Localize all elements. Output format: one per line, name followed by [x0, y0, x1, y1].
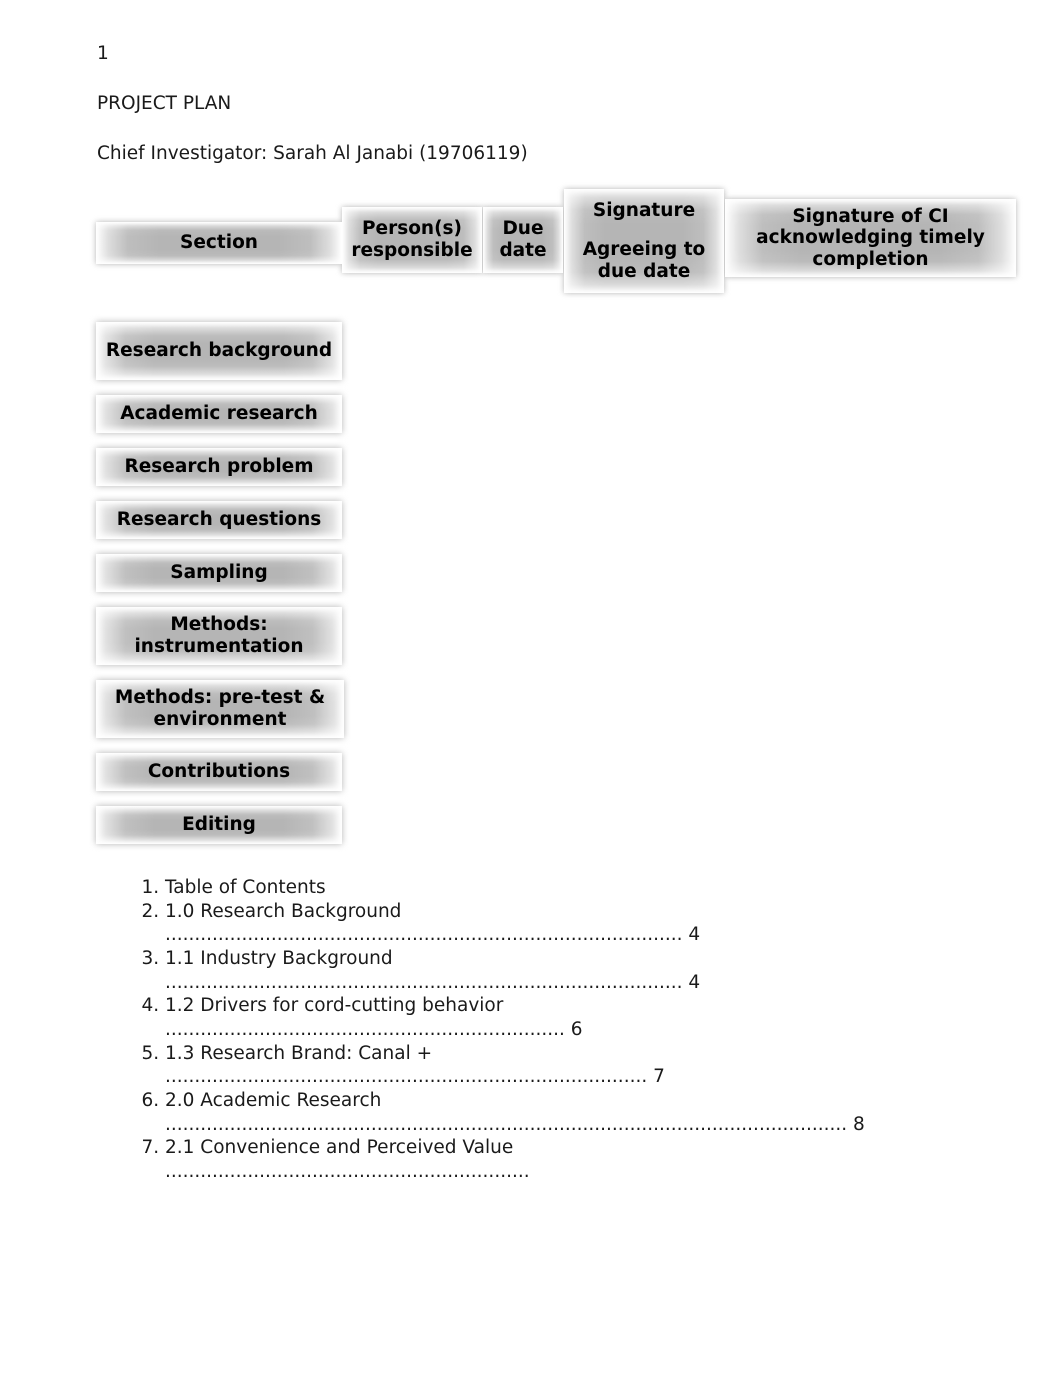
table-row: Research questions — [96, 501, 342, 539]
table-row: Research background — [96, 322, 342, 380]
list-item: 1.0 Research Background ................… — [165, 900, 997, 947]
toc-list: Table of Contents 1.0 Research Backgroun… — [97, 876, 997, 1184]
table-header-section-label: Section — [180, 232, 258, 254]
table-header-due-date-label: Due date — [499, 218, 547, 261]
table-header-signature-ci: Signature of CI acknowledging timely com… — [725, 199, 1016, 277]
toc-entry-page: 6 — [570, 1019, 583, 1041]
table-header-signature-group: Signature Agreeing to due date — [564, 200, 724, 283]
project-plan-table: Section Person(s) responsible Due date S… — [96, 189, 1016, 293]
toc-entry-page: 8 — [853, 1113, 865, 1135]
row-section-label: Academic research — [120, 403, 318, 425]
toc-entry-leader: ........................................… — [165, 1019, 565, 1041]
table-header-section: Section — [96, 222, 342, 264]
table-header-signature-sublabel: Agreeing to due date — [582, 239, 706, 282]
toc-entry-leader: ........................................… — [165, 924, 683, 946]
table-row: Editing — [96, 806, 342, 844]
toc-entry-leader: ........................................… — [165, 1113, 848, 1135]
toc-entry-title: Table of Contents — [165, 877, 326, 898]
toc-entry-leader: ........................................… — [165, 1161, 530, 1183]
toc-entry-page: 4 — [688, 971, 701, 993]
toc-entry-title: 2.0 Academic Research — [165, 1090, 382, 1112]
document-page: 1 PROJECT PLAN Chief Investigator: Sarah… — [0, 0, 1062, 1376]
list-item: 1.3 Research Brand: Canal + ............… — [165, 1042, 997, 1089]
signature-spacer — [570, 221, 718, 239]
table-row: Academic research — [96, 395, 342, 433]
toc-entry-page: 4 — [688, 924, 701, 946]
toc-entry-title: 1.0 Research Background — [165, 900, 402, 922]
list-item: Table of Contents — [165, 876, 997, 900]
table-row: Methods: instrumentation — [96, 607, 342, 665]
row-section-label: Methods: pre-test & environment — [114, 687, 326, 730]
table-header-person-responsible: Person(s) responsible — [342, 207, 482, 273]
table-header-signature-label: Signature — [592, 199, 696, 221]
row-section-label: Editing — [182, 814, 256, 836]
table-header-row: Section Person(s) responsible Due date S… — [96, 189, 1016, 293]
table-header-signature-ci-label: Signature of CI acknowledging timely com… — [756, 205, 985, 270]
list-item: 2.0 Academic Research ..................… — [165, 1089, 997, 1136]
toc-entry-title: 1.2 Drivers for cord-cutting behavior — [165, 995, 504, 1017]
list-item: 1.2 Drivers for cord-cutting behavior ..… — [165, 994, 997, 1041]
row-section-label: Contributions — [147, 761, 291, 783]
table-of-contents: Table of Contents 1.0 Research Backgroun… — [97, 876, 997, 1184]
toc-entry-leader: ........................................… — [165, 1066, 648, 1088]
row-section-label: Research background — [105, 340, 333, 362]
list-item: 2.1 Convenience and Perceived Value ....… — [165, 1136, 997, 1183]
table-row: Sampling — [96, 554, 342, 592]
document-header: 1 PROJECT PLAN Chief Investigator: Sarah… — [97, 44, 977, 193]
toc-entry-leader: ........................................… — [165, 971, 683, 993]
table-body: Research background Academic research Re… — [96, 322, 346, 859]
row-section-label: Methods: instrumentation — [134, 614, 304, 657]
table-header-signature: Signature Agreeing to due date — [564, 189, 724, 293]
table-row: Contributions — [96, 753, 342, 791]
row-section-label: Research questions — [116, 509, 322, 531]
page-title: PROJECT PLAN — [97, 93, 232, 115]
table-row: Methods: pre-test & environment — [96, 680, 344, 738]
toc-entry-page: 7 — [653, 1066, 665, 1088]
toc-entry-title: 1.3 Research Brand: Canal + — [165, 1042, 433, 1064]
page-number: 1 — [97, 43, 109, 64]
row-section-label: Sampling — [170, 562, 268, 584]
toc-entry-title: 1.1 Industry Background — [165, 948, 393, 970]
list-item: 1.1 Industry Background ................… — [165, 947, 997, 994]
toc-entry-title: 2.1 Convenience and Perceived Value — [165, 1137, 514, 1159]
row-section-label: Research problem — [124, 456, 314, 478]
chief-investigator-line: Chief Investigator: Sarah Al Janabi (197… — [97, 142, 528, 164]
table-header-person-responsible-label: Person(s) responsible — [351, 218, 473, 261]
table-header-due-date: Due date — [483, 207, 563, 273]
table-row: Research problem — [96, 448, 342, 486]
